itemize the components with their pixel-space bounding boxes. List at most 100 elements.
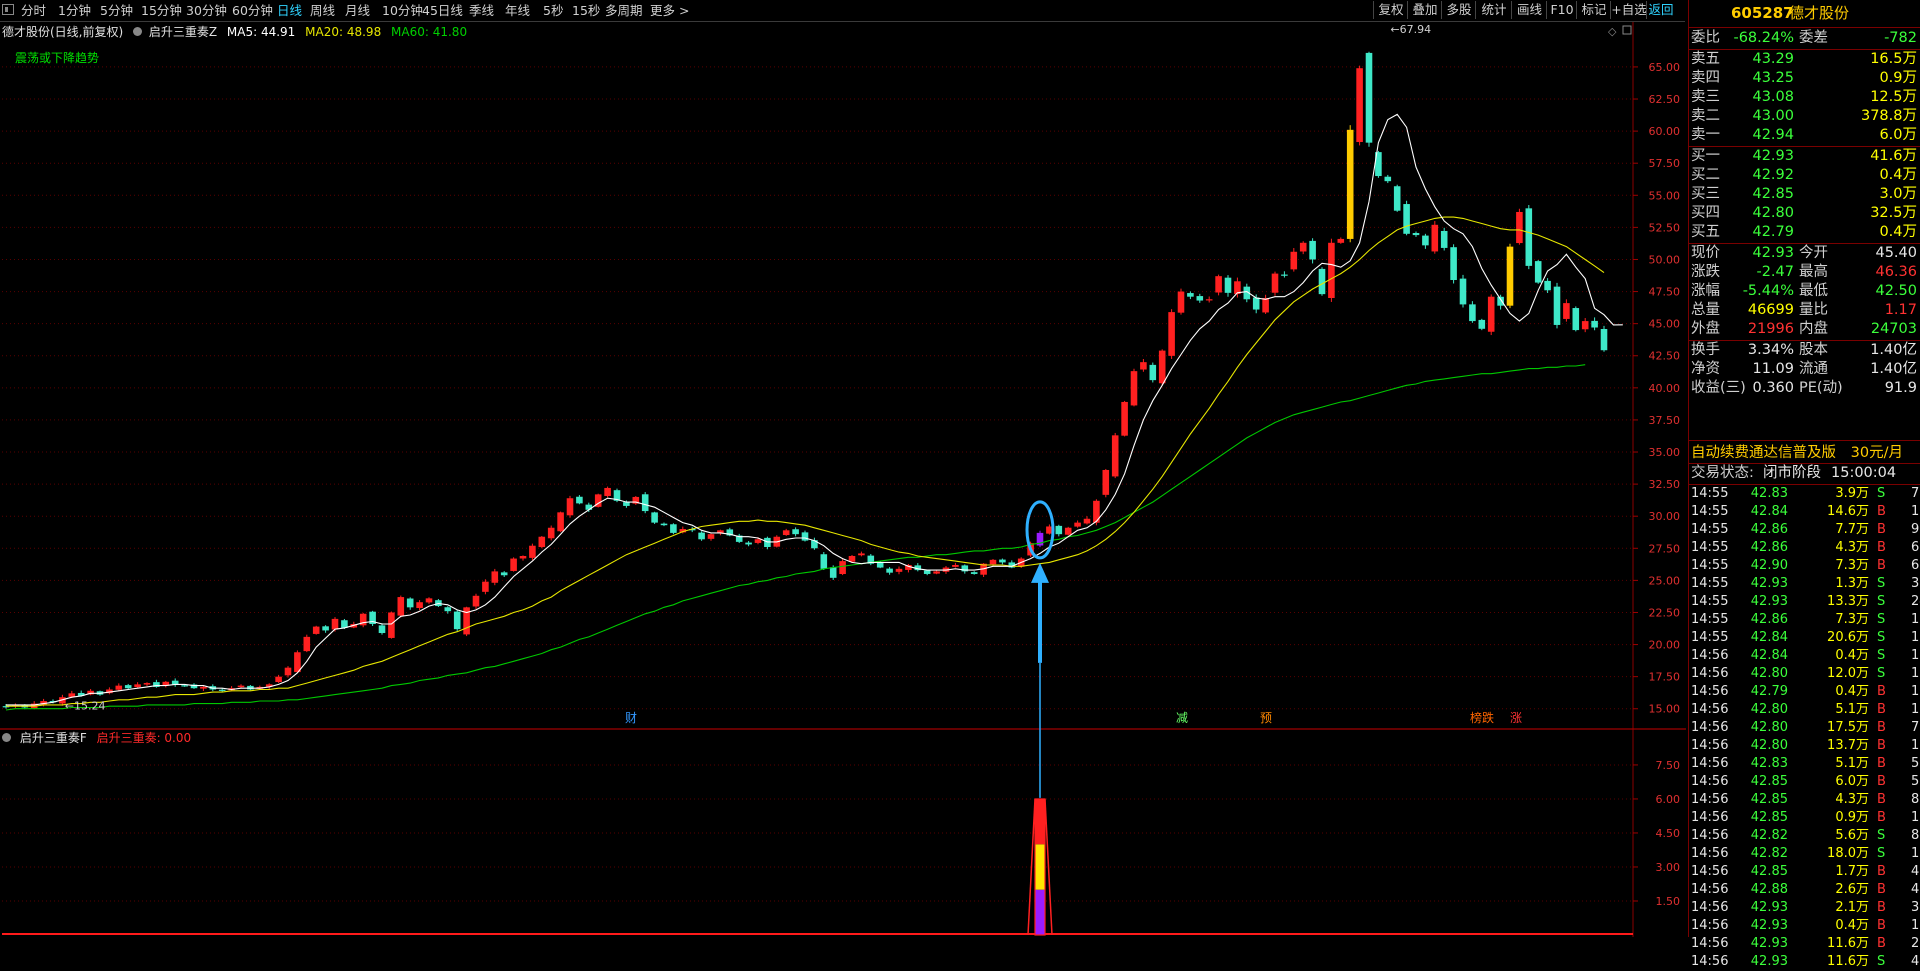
tick-row[interactable]: 14:56 42.82 5.6万 S 8	[1689, 827, 1920, 845]
candle-body[interactable]	[1262, 297, 1269, 313]
candle-body[interactable]	[1346, 129, 1354, 239]
candle-body[interactable]	[970, 572, 978, 574]
orderbook-row[interactable]: 买一 42.93 41.6万	[1689, 147, 1920, 166]
orderbook-row[interactable]: 买三 42.85 3.0万	[1689, 185, 1920, 204]
candle-body[interactable]	[519, 555, 527, 559]
candle-body[interactable]	[952, 564, 959, 567]
candle-body[interactable]	[801, 532, 809, 541]
candle-body[interactable]	[792, 529, 799, 535]
candle-body[interactable]	[557, 512, 564, 532]
candle-body[interactable]	[425, 598, 433, 603]
period-7[interactable]: 周线	[310, 3, 335, 18]
candle-body[interactable]	[1055, 525, 1063, 535]
chart-area[interactable]: 15.00 17.50 20.00 22.50 25.00 27.50 30.00 32.50…	[0, 22, 1686, 937]
candle-body[interactable]	[1074, 522, 1081, 527]
candle-body[interactable]	[1121, 401, 1128, 436]
sub-indicator-name[interactable]: 启升三重奏F	[20, 731, 87, 745]
orderbook-row[interactable]: 卖三 43.08 12.5万	[1689, 88, 1920, 107]
candle-body[interactable]	[331, 618, 339, 630]
candle-body[interactable]	[1534, 261, 1542, 283]
ad-text[interactable]: 自动续费通达信普及版	[1691, 443, 1836, 463]
candle-body[interactable]	[651, 512, 658, 523]
tool-button-0[interactable]: 复权	[1373, 1, 1408, 19]
candle-body[interactable]	[303, 636, 311, 652]
candle-body[interactable]	[782, 530, 790, 536]
candle-body[interactable]	[181, 685, 188, 687]
candle-body[interactable]	[388, 612, 395, 638]
candle-body[interactable]	[1469, 304, 1476, 322]
tick-row[interactable]: 14:56 42.80 13.7万 B 15	[1689, 737, 1920, 755]
tick-row[interactable]: 14:55 42.86 7.3万 S 16	[1689, 611, 1920, 629]
candle-body[interactable]	[566, 498, 574, 516]
candle-body[interactable]	[200, 686, 207, 689]
candle-body[interactable]	[312, 626, 320, 634]
period-9[interactable]: 10分钟	[382, 3, 423, 18]
candle-body[interactable]	[1140, 362, 1147, 370]
candle-body[interactable]	[1158, 350, 1166, 384]
period-11[interactable]: 季线	[469, 3, 494, 18]
tick-row[interactable]: 14:56 42.93 2.1万 B 3	[1689, 899, 1920, 917]
candle-body[interactable]	[1111, 435, 1119, 477]
candle-body[interactable]	[623, 502, 630, 506]
candle-body[interactable]	[472, 595, 480, 607]
candle-body[interactable]	[1516, 211, 1523, 244]
candle-body[interactable]	[1393, 186, 1401, 211]
tick-row[interactable]: 14:56 42.88 2.6万 B 4	[1689, 881, 1920, 899]
candle-body[interactable]	[275, 676, 282, 683]
orderbook-row[interactable]: 卖五 43.29 16.5万	[1689, 50, 1920, 69]
candle-body[interactable]	[999, 559, 1006, 563]
candle-body[interactable]	[829, 567, 837, 578]
candle-body[interactable]	[1177, 291, 1185, 313]
indicator-name[interactable]: 启升三重奏Z	[149, 25, 217, 39]
ad-banner[interactable]: 自动续费通达信普及版 30元/月	[1689, 443, 1920, 463]
period-16[interactable]: 更多 >	[650, 3, 689, 18]
tool-button-3[interactable]: 统计	[1475, 1, 1512, 19]
candle-body[interactable]	[1563, 303, 1570, 319]
candle-body[interactable]	[378, 625, 386, 634]
tool-button-6[interactable]: 标记	[1576, 1, 1611, 19]
candle-body[interactable]	[453, 611, 461, 630]
tick-row[interactable]: 14:55 42.86 4.3万 B 6	[1689, 539, 1920, 557]
candle-body[interactable]	[1168, 312, 1175, 356]
candle-body[interactable]	[482, 581, 489, 592]
candle-body[interactable]	[660, 523, 668, 526]
candle-body[interactable]	[923, 570, 931, 574]
candle-body[interactable]	[444, 607, 452, 612]
candle-body[interactable]	[1093, 500, 1100, 523]
candle-body[interactable]	[294, 652, 301, 673]
orderbook-row[interactable]: 卖一 42.94 6.0万	[1689, 126, 1920, 145]
candle-body[interactable]	[1149, 364, 1157, 381]
candle-body[interactable]	[529, 545, 536, 558]
candle-body[interactable]	[1497, 296, 1504, 306]
candle-body[interactable]	[1337, 238, 1345, 243]
tick-row[interactable]: 14:56 42.80 5.1万 B 10	[1689, 701, 1920, 719]
candle-body[interactable]	[820, 554, 828, 569]
tick-row[interactable]: 14:56 42.80 12.0万 S 12	[1689, 665, 1920, 683]
orderbook-row[interactable]: 卖四 43.25 0.9万	[1689, 69, 1920, 88]
candle-body[interactable]	[1365, 52, 1373, 143]
candle-body[interactable]	[1224, 277, 1232, 293]
candle-body[interactable]	[1252, 297, 1260, 310]
window-toggle-icon[interactable]	[2, 4, 14, 15]
tick-row[interactable]: 14:55 42.86 7.7万 B 9	[1689, 521, 1920, 539]
candle-body[interactable]	[1196, 296, 1204, 301]
tick-row[interactable]: 14:56 42.80 17.5万 B 7	[1689, 719, 1920, 737]
tick-row[interactable]: 14:55 42.93 1.3万 S 3	[1689, 575, 1920, 593]
candle-body[interactable]	[1431, 224, 1439, 252]
tick-row[interactable]: 14:56 42.84 0.4万 S 1	[1689, 647, 1920, 665]
tool-button-2[interactable]: 多股	[1441, 1, 1476, 19]
candle-body[interactable]	[1591, 320, 1598, 328]
candle-body[interactable]	[284, 667, 292, 676]
candle-body[interactable]	[1299, 242, 1307, 252]
orderbook-row[interactable]: 卖二 43.00 378.8万	[1689, 107, 1920, 126]
candle-body[interactable]	[1356, 68, 1363, 143]
candle-body[interactable]	[848, 555, 856, 562]
period-8[interactable]: 月线	[345, 3, 370, 18]
candle-body[interactable]	[322, 626, 329, 631]
candle-body[interactable]	[1525, 208, 1533, 266]
period-15[interactable]: 多周期	[605, 3, 643, 18]
candle-body[interactable]	[1450, 247, 1457, 281]
candle-body[interactable]	[839, 561, 846, 575]
tick-row[interactable]: 14:56 42.85 6.0万 B 5	[1689, 773, 1920, 791]
tick-row[interactable]: 14:56 42.79 0.4万 B 1	[1689, 683, 1920, 701]
